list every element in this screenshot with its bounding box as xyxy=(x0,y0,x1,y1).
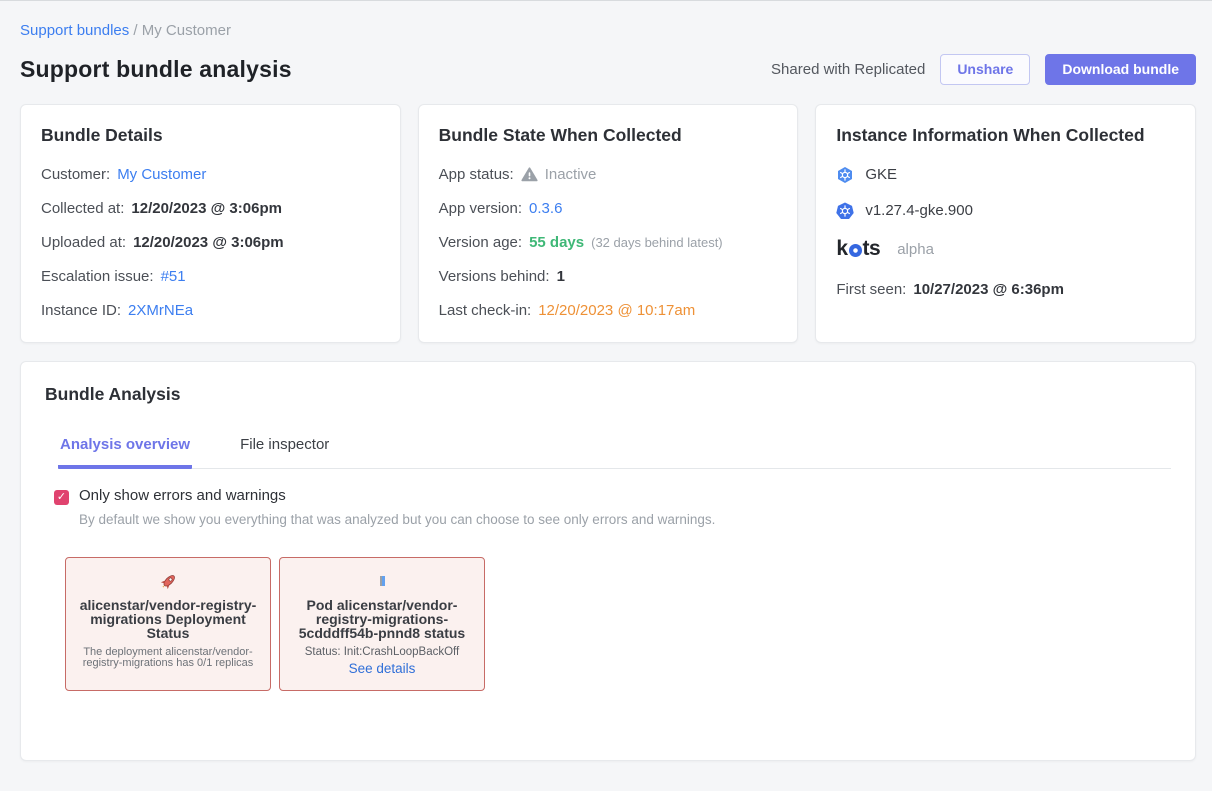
bundle-analysis-card: Bundle Analysis Analysis overview File i… xyxy=(20,361,1196,761)
instance-info-title: Instance Information When Collected xyxy=(836,125,1175,146)
instance-id-label: Instance ID: xyxy=(41,302,121,319)
first-seen-value: 10/27/2023 @ 6:36pm xyxy=(913,281,1064,298)
versions-behind-row: Versions behind: 1 xyxy=(439,267,778,286)
only-errors-description: By default we show you everything that w… xyxy=(79,512,715,527)
bundle-analysis-title: Bundle Analysis xyxy=(45,384,1171,405)
error-card-description: The deployment alicenstar/vendor-registr… xyxy=(76,647,260,668)
rocket-icon xyxy=(76,570,260,592)
app-version-label: App version: xyxy=(439,200,522,217)
analysis-tabs: Analysis overview File inspector xyxy=(58,432,1171,469)
first-seen-row: First seen: 10/27/2023 @ 6:36pm xyxy=(836,280,1175,299)
breadcrumb-link-support-bundles[interactable]: Support bundles xyxy=(20,22,129,39)
instance-id-link[interactable]: 2XMrNEa xyxy=(128,302,193,319)
collected-at-row: Collected at: 12/20/2023 @ 3:06pm xyxy=(41,199,380,218)
first-seen-label: First seen: xyxy=(836,281,906,298)
version-age-note: (32 days behind latest) xyxy=(591,235,723,250)
distribution-value: GKE xyxy=(865,166,897,183)
error-card-status: Status: Init:CrashLoopBackOff xyxy=(290,646,474,658)
customer-label: Customer: xyxy=(41,166,110,183)
version-age-value: 55 days xyxy=(529,234,584,251)
page-title: Support bundle analysis xyxy=(20,56,292,83)
uploaded-at-value: 12/20/2023 @ 3:06pm xyxy=(133,234,284,251)
app-status-row: App status: Inactive xyxy=(439,165,778,184)
app-status-label: App status: xyxy=(439,166,514,183)
escalation-issue-label: Escalation issue: xyxy=(41,268,154,285)
page: Support bundles / My Customer Support bu… xyxy=(0,1,1212,791)
pod-icon xyxy=(290,570,474,592)
last-checkin-row: Last check-in: 12/20/2023 @ 10:17am xyxy=(439,301,778,320)
bundle-details-card: Bundle Details Customer: My Customer Col… xyxy=(20,104,401,343)
breadcrumb: Support bundles / My Customer xyxy=(20,1,1196,39)
gke-kubernetes-icon xyxy=(836,166,854,184)
kots-logo: kts xyxy=(836,237,880,261)
k8s-version-value: v1.27.4-gke.900 xyxy=(865,202,973,219)
versions-behind-label: Versions behind: xyxy=(439,268,550,285)
customer-link[interactable]: My Customer xyxy=(117,166,206,183)
only-errors-label[interactable]: Only show errors and warnings xyxy=(79,487,715,504)
analysis-results: alicenstar/vendor-registry-migrations De… xyxy=(65,557,1171,691)
shared-status-text: Shared with Replicated xyxy=(771,61,925,78)
pod-status-error-card: Pod alicenstar/vendor-registry-migration… xyxy=(279,557,485,691)
download-bundle-button[interactable]: Download bundle xyxy=(1045,54,1196,85)
bundle-details-title: Bundle Details xyxy=(41,125,380,146)
info-cards-row: Bundle Details Customer: My Customer Col… xyxy=(20,104,1196,343)
version-age-row: Version age: 55 days (32 days behind lat… xyxy=(439,233,778,252)
app-version-row: App version: 0.3.6 xyxy=(439,199,778,218)
tab-analysis-overview[interactable]: Analysis overview xyxy=(58,432,192,469)
warning-icon xyxy=(521,167,538,182)
deployment-status-error-card: alicenstar/vendor-registry-migrations De… xyxy=(65,557,271,691)
customer-row: Customer: My Customer xyxy=(41,165,380,184)
errors-warnings-filter: ✓ Only show errors and warnings By defau… xyxy=(54,487,1171,527)
collected-at-label: Collected at: xyxy=(41,200,124,217)
header-actions: Shared with Replicated Unshare Download … xyxy=(771,54,1196,85)
breadcrumb-current: My Customer xyxy=(142,22,231,39)
see-details-link[interactable]: See details xyxy=(349,661,416,676)
escalation-issue-row: Escalation issue: #51 xyxy=(41,267,380,286)
error-card-title: Pod alicenstar/vendor-registry-migration… xyxy=(290,598,474,640)
kots-row: kts alpha xyxy=(836,237,1175,261)
kots-logo-o-icon xyxy=(849,244,862,257)
kubernetes-icon xyxy=(836,202,854,220)
last-checkin-value: 12/20/2023 @ 10:17am xyxy=(538,302,695,319)
app-version-link[interactable]: 0.3.6 xyxy=(529,200,562,217)
version-age-label: Version age: xyxy=(439,234,522,251)
versions-behind-value: 1 xyxy=(557,268,565,285)
last-checkin-label: Last check-in: xyxy=(439,302,532,319)
error-card-title: alicenstar/vendor-registry-migrations De… xyxy=(76,598,260,640)
instance-id-row: Instance ID: 2XMrNEa xyxy=(41,301,380,320)
app-status-value: Inactive xyxy=(545,166,597,183)
k8s-version-row: v1.27.4-gke.900 xyxy=(836,201,1175,220)
escalation-issue-link[interactable]: #51 xyxy=(161,268,186,285)
header-row: Support bundle analysis Shared with Repl… xyxy=(20,54,1196,85)
only-errors-checkbox[interactable]: ✓ xyxy=(54,490,69,505)
uploaded-at-row: Uploaded at: 12/20/2023 @ 3:06pm xyxy=(41,233,380,252)
breadcrumb-separator: / xyxy=(133,22,137,39)
bundle-state-card: Bundle State When Collected App status: … xyxy=(418,104,799,343)
bundle-state-title: Bundle State When Collected xyxy=(439,125,778,146)
distribution-row: GKE xyxy=(836,165,1175,184)
unshare-button[interactable]: Unshare xyxy=(940,54,1030,85)
uploaded-at-label: Uploaded at: xyxy=(41,234,126,251)
instance-info-card: Instance Information When Collected GKE xyxy=(815,104,1196,343)
collected-at-value: 12/20/2023 @ 3:06pm xyxy=(131,200,282,217)
tab-file-inspector[interactable]: File inspector xyxy=(238,432,331,468)
kots-channel: alpha xyxy=(897,241,934,258)
